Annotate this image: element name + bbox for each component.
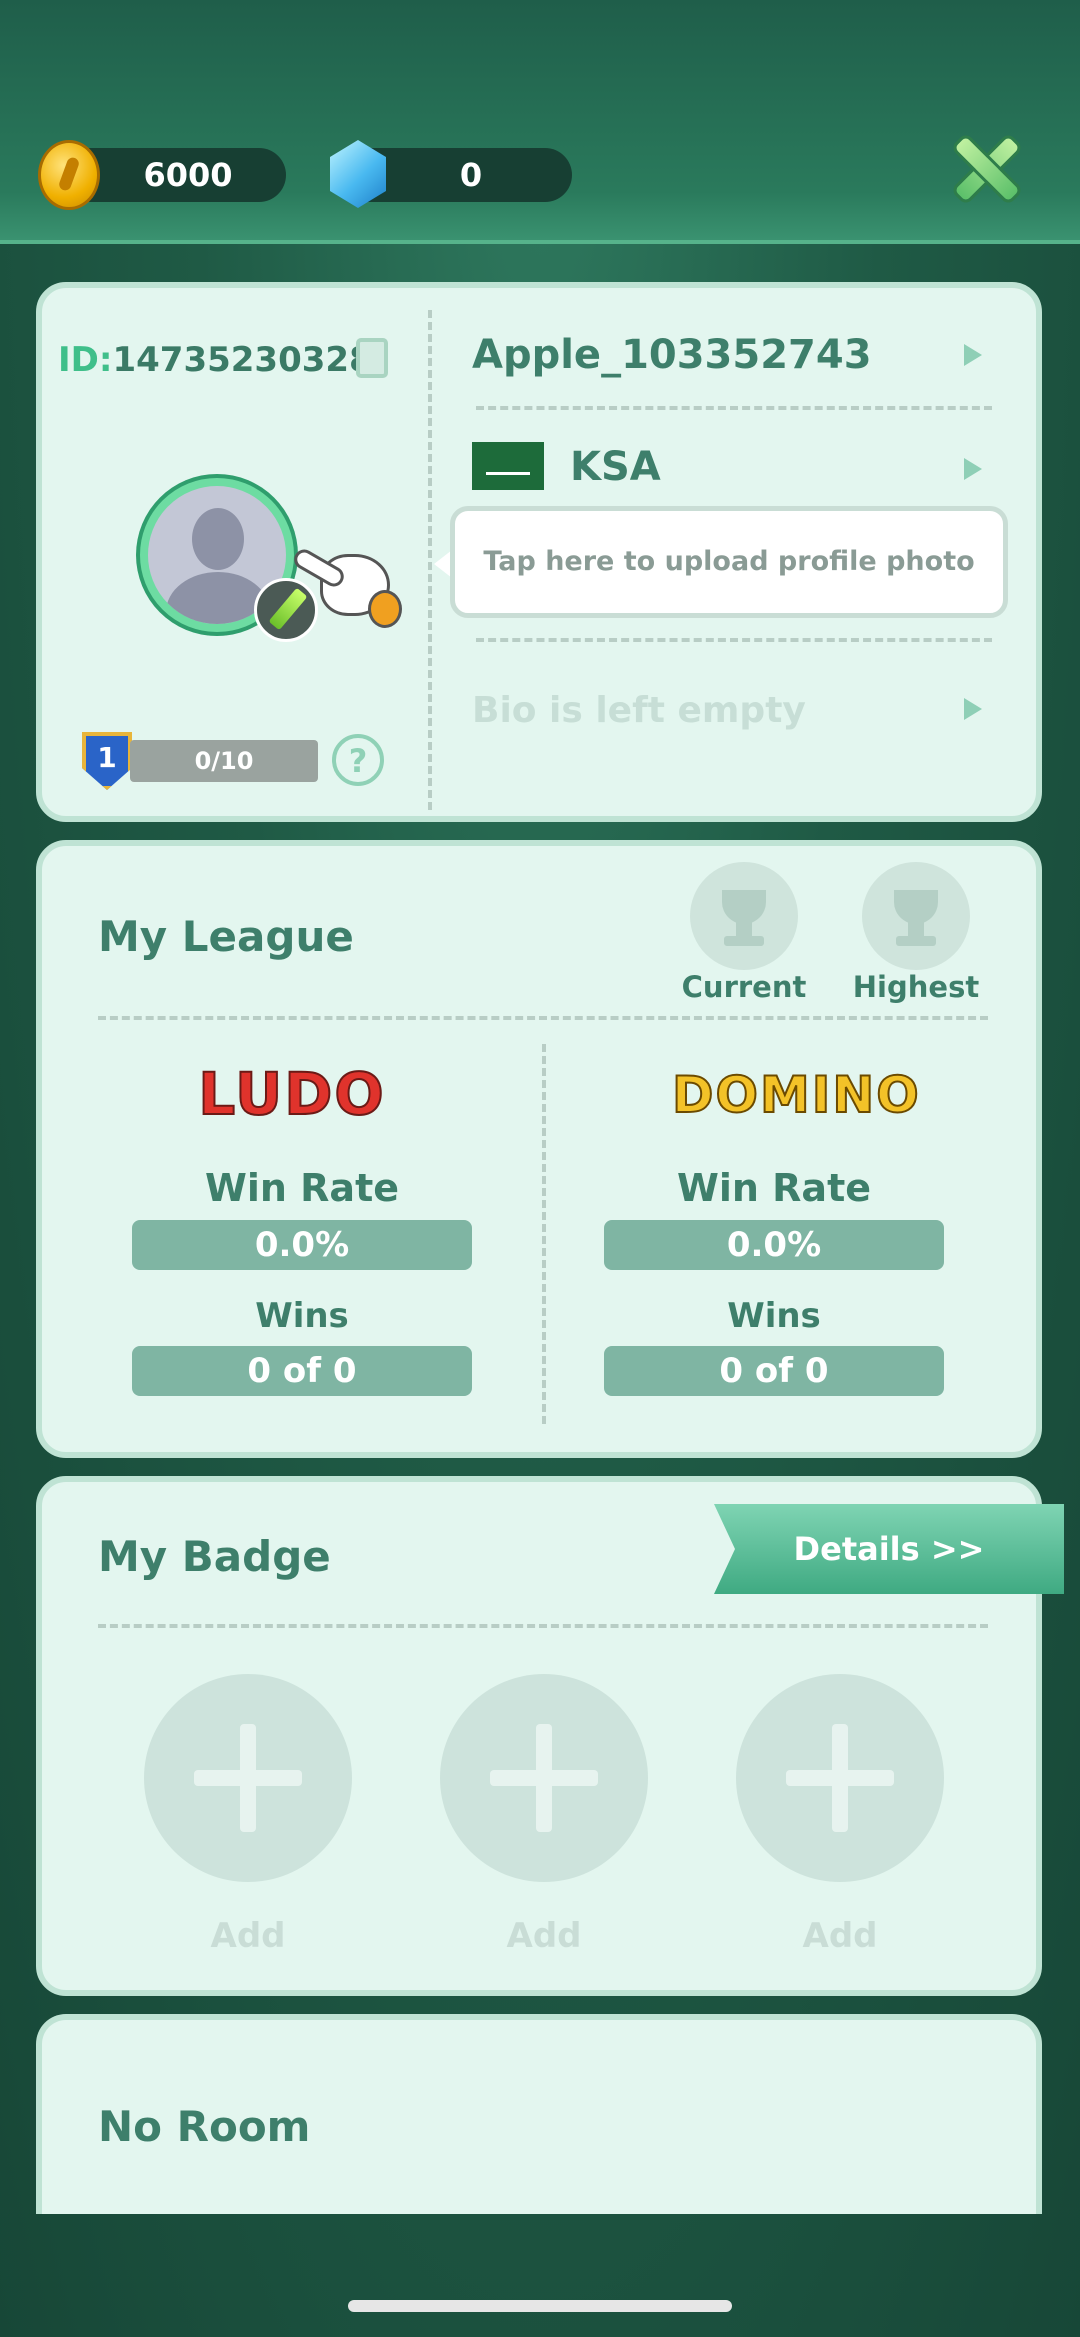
domino-wins: 0 of 0 (604, 1346, 944, 1396)
ludo-logo: LUDO (197, 1059, 386, 1129)
country-arrow-icon[interactable] (964, 458, 982, 480)
domino-win-rate: 0.0% (604, 1220, 944, 1270)
close-icon[interactable] (950, 132, 1024, 206)
home-indicator[interactable] (348, 2300, 732, 2312)
room-card: No Room (36, 2014, 1042, 2214)
bio-text[interactable]: Bio is left empty (472, 690, 806, 731)
level-shield-icon: 1 (82, 732, 132, 790)
bio-arrow-icon[interactable] (964, 698, 982, 720)
coin-icon (38, 140, 100, 210)
room-title: No Room (98, 2102, 311, 2151)
profile-card: ID:14735230328 1 0/10 ? Apple_103352743 … (36, 282, 1042, 822)
details-button[interactable]: Details >> (714, 1504, 1064, 1594)
username[interactable]: Apple_103352743 (472, 332, 872, 378)
add-badge-slot-3[interactable] (736, 1674, 944, 1882)
domino-win-rate-label: Win Rate (676, 1166, 872, 1210)
player-id: ID:14735230328 (58, 340, 373, 380)
league-column-divider (542, 1044, 546, 1424)
copy-icon[interactable] (356, 338, 388, 378)
league-divider (98, 1016, 988, 1020)
current-trophy-icon[interactable] (690, 862, 798, 970)
country-name[interactable]: KSA (570, 444, 661, 490)
row-divider (476, 406, 992, 410)
highest-trophy-icon[interactable] (862, 862, 970, 970)
add-badge-label-2: Add (506, 1916, 582, 1956)
league-title: My League (98, 912, 354, 961)
gem-amount: 0 (459, 156, 483, 194)
saudi-flag-icon (472, 442, 544, 490)
badge-card: My Badge Details >> Add Add Add (36, 1476, 1064, 1996)
ludo-wins: 0 of 0 (132, 1346, 472, 1396)
ludo-wins-label: Wins (255, 1296, 349, 1336)
current-label: Current (681, 970, 807, 1004)
domino-wins-label: Wins (727, 1296, 821, 1336)
highest-label: Highest (852, 970, 980, 1004)
help-icon[interactable]: ? (332, 734, 384, 786)
id-label: ID: (58, 340, 113, 380)
pointing-hand-icon (290, 536, 402, 632)
coin-amount: 6000 (143, 156, 233, 194)
domino-logo: DOMINO (671, 1065, 921, 1125)
avatar-placeholder-head (192, 508, 244, 570)
league-card: My League Current Highest LUDO Win Rate … (36, 840, 1042, 1458)
username-arrow-icon[interactable] (964, 344, 982, 366)
ludo-win-rate: 0.0% (132, 1220, 472, 1270)
badge-title: My Badge (98, 1532, 331, 1581)
row-divider (476, 638, 992, 642)
add-badge-label-3: Add (802, 1916, 878, 1956)
id-value: 14735230328 (112, 340, 373, 380)
add-badge-slot-2[interactable] (440, 1674, 648, 1882)
top-bar (0, 0, 1080, 244)
add-badge-slot-1[interactable] (144, 1674, 352, 1882)
ludo-win-rate-label: Win Rate (204, 1166, 400, 1210)
xp-progress-bar: 0/10 (130, 740, 318, 782)
profile-divider (428, 310, 432, 810)
badge-divider (98, 1624, 988, 1628)
upload-photo-tooltip: Tap here to upload profile photo (450, 506, 1008, 618)
add-badge-label-1: Add (210, 1916, 286, 1956)
